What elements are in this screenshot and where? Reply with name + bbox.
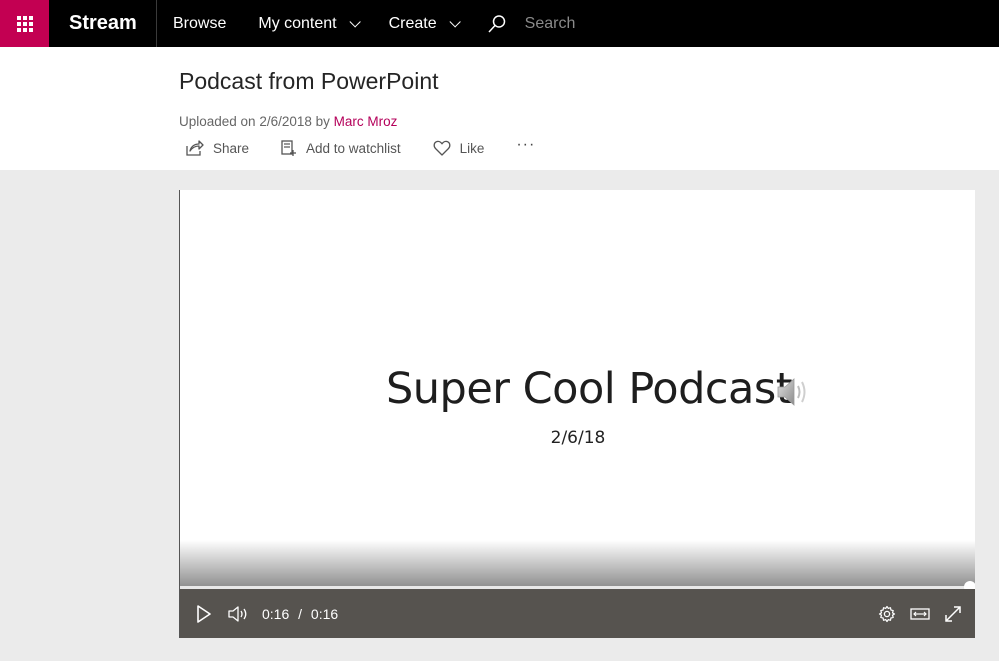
like-button[interactable]: Like [433, 140, 485, 156]
video-player[interactable]: Super Cool Podcast 2/6/18 0:16 / 0:16 [179, 190, 975, 638]
nav-my-content[interactable]: My content [242, 0, 372, 47]
chevron-down-icon [349, 15, 361, 28]
add-to-watchlist-button[interactable]: Add to watchlist [281, 140, 401, 156]
app-launcher-button[interactable] [0, 0, 49, 47]
play-button[interactable] [196, 604, 212, 623]
settings-button[interactable] [878, 605, 896, 623]
nav-create[interactable]: Create [373, 0, 473, 47]
author-link[interactable]: Marc Mroz [334, 114, 398, 129]
brand-name[interactable]: Stream [49, 0, 157, 47]
nav-create-label: Create [388, 14, 437, 32]
search-box [487, 0, 725, 47]
watchlist-icon [281, 140, 297, 156]
share-icon [186, 140, 204, 156]
fullscreen-icon [945, 605, 961, 622]
play-icon [197, 604, 211, 623]
audio-speaker-icon [777, 378, 806, 406]
time-display: 0:16 / 0:16 [262, 606, 338, 622]
watchlist-label: Add to watchlist [306, 140, 401, 156]
chevron-down-icon [449, 15, 461, 28]
more-options-button[interactable]: ··· [516, 136, 535, 154]
top-bar: Stream Browse My content Create [0, 0, 999, 47]
like-label: Like [459, 140, 485, 156]
duration: 0:16 [310, 605, 339, 622]
waffle-icon [16, 15, 33, 32]
volume-button[interactable] [228, 605, 248, 622]
expand-width-icon [910, 607, 930, 620]
slide-title: Super Cool Podcast [386, 364, 793, 414]
volume-icon [228, 605, 247, 622]
current-time: 0:16 [262, 605, 290, 622]
gear-icon [878, 605, 896, 622]
share-button[interactable]: Share [186, 140, 249, 156]
upload-date-text: Uploaded on 2/6/2018 by [179, 114, 334, 129]
video-header: Podcast from PowerPoint Uploaded on 2/6/… [0, 47, 999, 170]
video-title: Podcast from PowerPoint [179, 68, 439, 94]
video-actions: Share Add to watchlist Like ··· [186, 136, 535, 158]
nav-browse[interactable]: Browse [157, 0, 242, 47]
nav-browse-label: Browse [173, 14, 227, 32]
upload-info: Uploaded on 2/6/2018 by Marc Mroz [179, 114, 397, 129]
heart-icon [433, 140, 451, 156]
player-controls: 0:16 / 0:16 [180, 589, 975, 638]
player-right-controls [864, 605, 962, 623]
share-label: Share [213, 140, 250, 156]
time-separator: / [298, 605, 303, 622]
fullscreen-button[interactable] [944, 605, 962, 623]
slide-date: 2/6/18 [550, 428, 606, 448]
theater-mode-button[interactable] [910, 607, 930, 621]
search-input[interactable] [524, 14, 725, 33]
nav-my-content-label: My content [258, 14, 337, 32]
search-icon[interactable] [487, 14, 507, 34]
controls-gradient [180, 540, 975, 588]
